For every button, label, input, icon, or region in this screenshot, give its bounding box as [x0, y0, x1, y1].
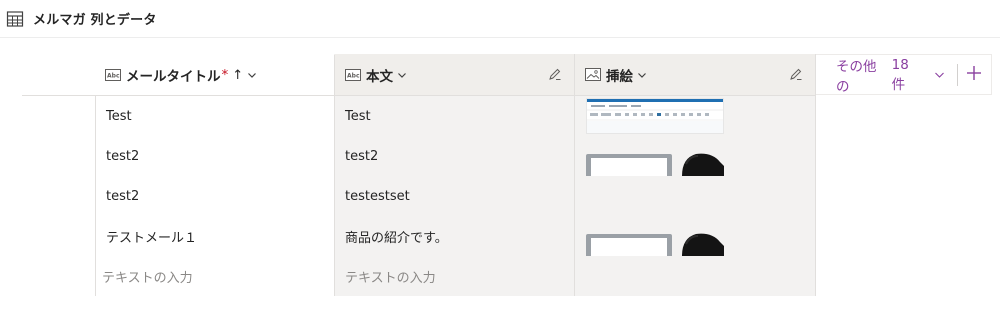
- cell-mail-title[interactable]: test2: [95, 176, 335, 216]
- cell-illustration[interactable]: [575, 216, 816, 256]
- new-row[interactable]: テキストの入力 テキストの入力: [95, 255, 816, 296]
- more-columns-bar: その他の 18 件: [816, 54, 992, 95]
- page-title: メルマガ 列とデータ: [33, 13, 157, 28]
- cell-illustration[interactable]: [575, 96, 816, 136]
- table-row[interactable]: test2 test2: [95, 135, 816, 176]
- table-icon: [6, 10, 24, 28]
- chevron-down-icon[interactable]: [637, 70, 647, 80]
- cell-body[interactable]: 商品の紹介です。: [335, 216, 575, 256]
- image-field-icon: [585, 68, 601, 81]
- table-row[interactable]: Test Test: [95, 95, 816, 136]
- cell-illustration[interactable]: [575, 136, 816, 176]
- chevron-down-icon[interactable]: [397, 70, 407, 80]
- edit-pencil-icon[interactable]: [789, 67, 803, 81]
- cell-mail-title[interactable]: test2: [95, 136, 335, 176]
- cell-body[interactable]: test2: [335, 136, 575, 176]
- new-mail-title-input[interactable]: テキストの入力: [95, 256, 335, 296]
- cell-mail-title[interactable]: テストメール１: [95, 216, 335, 256]
- chevron-down-icon[interactable]: [247, 70, 257, 80]
- column-header-mail-title[interactable]: Abc メールタイトル * ↑: [95, 54, 335, 95]
- more-columns-label: その他の: [836, 58, 877, 95]
- column-header-illustration[interactable]: 挿絵: [575, 54, 816, 95]
- header-divider: [22, 95, 95, 96]
- text-field-icon: Abc: [105, 69, 121, 81]
- table-row[interactable]: test2 testestset: [95, 175, 816, 216]
- cell-illustration[interactable]: [575, 176, 816, 216]
- column-label: 本文: [366, 68, 393, 85]
- table-row[interactable]: テストメール１ 商品の紹介です。: [95, 215, 816, 256]
- more-columns-count: 18 件: [891, 56, 909, 93]
- sort-ascending-icon: ↑: [232, 67, 244, 83]
- more-columns-button[interactable]: その他の 18 件: [816, 55, 945, 95]
- required-mark: *: [221, 67, 229, 83]
- column-header-body[interactable]: Abc 本文: [335, 54, 575, 95]
- new-body-input[interactable]: テキストの入力: [335, 256, 575, 296]
- new-illustration-cell[interactable]: [575, 256, 816, 296]
- add-column-button[interactable]: [958, 55, 991, 94]
- table-header-bar: メルマガ 列とデータ: [0, 0, 1000, 38]
- column-label: メールタイトル: [126, 69, 221, 85]
- text-field-icon: Abc: [345, 68, 361, 81]
- cell-mail-title[interactable]: Test: [95, 96, 335, 136]
- chevron-down-icon: [934, 70, 945, 80]
- cell-body[interactable]: testestset: [335, 176, 575, 216]
- plus-icon: [965, 64, 983, 86]
- edit-pencil-icon[interactable]: [548, 67, 562, 81]
- screenshot-thumbnail-image: [586, 98, 724, 134]
- column-header-row: Abc メールタイトル * ↑ Abc 本文 挿絵: [95, 54, 816, 95]
- column-label: 挿絵: [606, 68, 633, 85]
- monitor-person-thumbnail-image: [586, 232, 724, 256]
- svg-text:Abc: Abc: [107, 73, 120, 80]
- data-grid: Abc メールタイトル * ↑ Abc 本文 挿絵 Test Test test…: [95, 54, 816, 296]
- monitor-person-thumbnail-image: [586, 152, 724, 176]
- svg-text:Abc: Abc: [347, 72, 360, 79]
- cell-body[interactable]: Test: [335, 96, 575, 136]
